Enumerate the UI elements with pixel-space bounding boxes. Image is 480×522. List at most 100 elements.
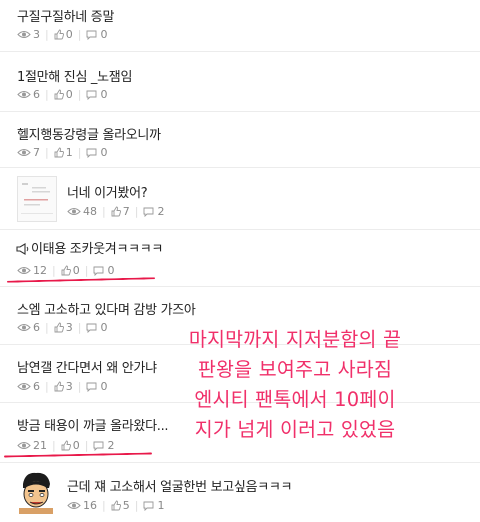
like-count: 0 [65, 28, 73, 41]
separator: | [45, 380, 49, 393]
eye-icon [17, 323, 31, 332]
like-count: 3 [65, 380, 73, 393]
comment-icon[interactable] [86, 382, 97, 392]
post-title[interactable]: 남연갤 간다면서 왜 안가냐 [17, 357, 157, 376]
separator: | [77, 380, 82, 393]
view-count: 6 [33, 88, 40, 101]
separator: | [45, 28, 49, 41]
comment-count: 0 [100, 28, 108, 41]
post-title[interactable]: 방금 태용이 까글 올라왔다... [17, 415, 169, 434]
thumbs-up-icon[interactable] [54, 322, 64, 333]
post-title[interactable]: 1절만해 진심 _노잼임 [17, 66, 132, 85]
thumbs-up-icon[interactable] [54, 89, 64, 100]
post-meta: 7 | 1 | 0 [17, 146, 107, 159]
post-meta: 48 | 7 | 2 [67, 205, 164, 218]
comment-count: 2 [157, 205, 165, 218]
post-title[interactable]: 스엠 고소하고 있다며 감방 가즈아 [17, 299, 196, 318]
eye-icon [17, 441, 31, 450]
post-title[interactable]: 너네 이거봤어? [67, 182, 148, 201]
view-count: 3 [33, 28, 40, 41]
divider [0, 286, 480, 287]
post-thumbnail[interactable] [17, 470, 55, 514]
comment-count: 0 [100, 88, 108, 101]
highlight-underline [6, 277, 156, 283]
post-meta: 12 | 0 | 0 [17, 264, 114, 277]
post-meta: 6 | 3 | 0 [17, 380, 107, 393]
post-title[interactable]: 구질구질하네 증말 [17, 6, 114, 25]
like-count: 1 [65, 146, 73, 159]
like-count: 5 [122, 499, 130, 512]
separator: | [134, 499, 139, 512]
post-title[interactable]: 근데 쟤 고소해서 얼굴한번 보고싶음ㅋㅋㅋ [67, 476, 293, 495]
separator: | [45, 88, 49, 101]
post-meta: 6 | 0 | 0 [17, 88, 107, 101]
divider [0, 462, 480, 463]
comment-icon[interactable] [93, 266, 104, 276]
separator: | [102, 205, 106, 218]
post-meta: 6 | 3 | 0 [17, 321, 107, 334]
comment-count: 0 [100, 380, 108, 393]
comment-count: 0 [100, 321, 108, 334]
eye-icon [17, 266, 31, 275]
eye-icon [17, 30, 31, 39]
separator: | [52, 264, 56, 277]
separator: | [45, 146, 49, 159]
thumbs-up-icon[interactable] [111, 206, 121, 217]
comment-icon[interactable] [143, 207, 154, 217]
thumbs-up-icon[interactable] [54, 147, 64, 158]
separator: | [77, 146, 82, 159]
comment-icon[interactable] [86, 323, 97, 333]
annotation-text: 마지막까지 지저분함의 끝 판왕을 보여주고 사라짐 엔시티 팬톡에서 10페이… [188, 328, 402, 441]
view-count: 7 [33, 146, 40, 159]
comment-icon[interactable] [143, 501, 154, 511]
view-count: 6 [33, 380, 40, 393]
separator: | [77, 28, 82, 41]
thumbs-up-icon[interactable] [61, 440, 71, 451]
view-count: 12 [33, 264, 47, 277]
like-count: 0 [72, 264, 80, 277]
comment-count: 0 [100, 146, 108, 159]
eye-icon [17, 382, 31, 391]
comment-count: 2 [107, 439, 115, 452]
separator: | [102, 499, 106, 512]
thumbs-up-icon[interactable] [111, 500, 121, 511]
highlight-underline [3, 452, 153, 458]
eye-icon [17, 148, 31, 157]
like-count: 0 [65, 88, 73, 101]
thumbs-up-icon[interactable] [61, 265, 71, 276]
comment-icon[interactable] [86, 90, 97, 100]
separator: | [52, 439, 56, 452]
eye-icon [67, 207, 81, 216]
separator: | [77, 88, 82, 101]
eye-icon [17, 90, 31, 99]
view-count: 48 [83, 205, 97, 218]
comment-icon[interactable] [93, 441, 104, 451]
divider [0, 51, 480, 52]
like-count: 7 [122, 205, 130, 218]
comment-icon[interactable] [86, 148, 97, 158]
post-title[interactable]: 이태용 조카웃겨ㅋㅋㅋㅋ [31, 238, 163, 257]
comment-icon[interactable] [86, 30, 97, 40]
thumbs-up-icon[interactable] [54, 29, 64, 40]
post-title[interactable]: 헬지행동강령글 올라오니까 [17, 124, 161, 143]
post-meta: 3 | 0 | 0 [17, 28, 107, 41]
comment-count: 0 [107, 264, 115, 277]
like-count: 0 [72, 439, 80, 452]
post-thumbnail[interactable] [17, 176, 57, 222]
view-count: 21 [33, 439, 47, 452]
separator: | [77, 321, 82, 334]
view-count: 16 [83, 499, 97, 512]
divider [0, 111, 480, 112]
separator: | [45, 321, 49, 334]
eye-icon [67, 501, 81, 510]
divider [0, 229, 480, 230]
megaphone-icon [16, 240, 29, 259]
separator: | [84, 439, 89, 452]
thumbs-up-icon[interactable] [54, 381, 64, 392]
separator: | [84, 264, 89, 277]
separator: | [134, 205, 139, 218]
divider [0, 167, 480, 168]
comment-count: 1 [157, 499, 165, 512]
post-meta: 16 | 5 | 1 [67, 499, 164, 512]
view-count: 6 [33, 321, 40, 334]
